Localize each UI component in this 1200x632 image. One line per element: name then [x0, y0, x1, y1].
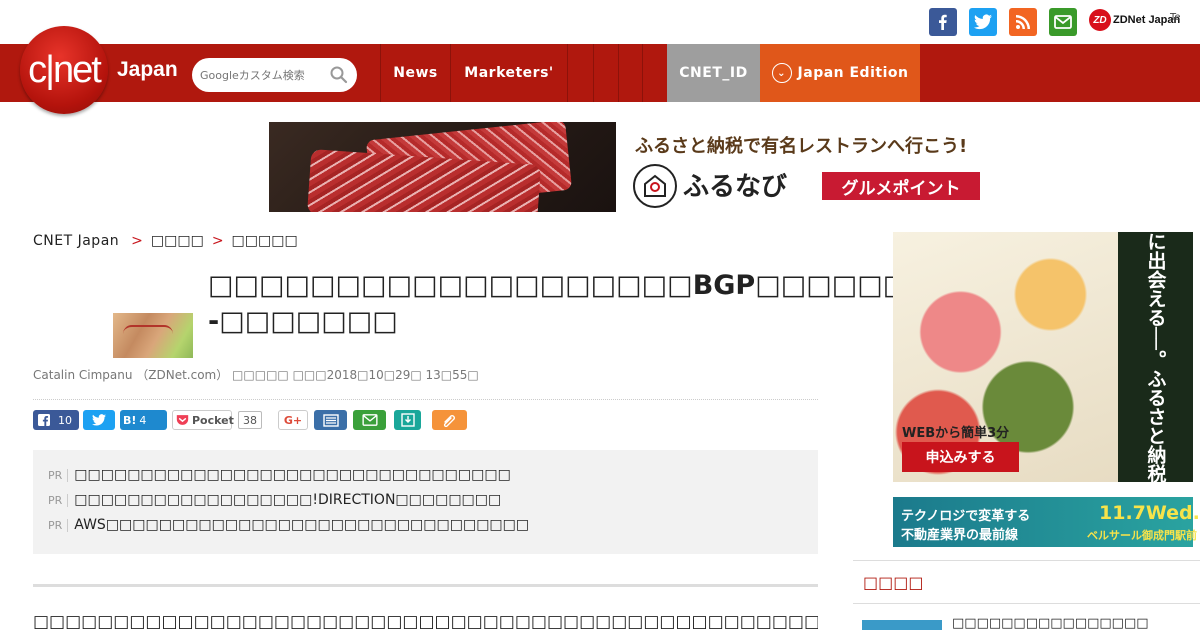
ad-meat-image [269, 122, 616, 212]
pr-item[interactable]: PR □□□□□□□□□□□□□□□□□□!DIRECTION□□□□□□□□ [48, 492, 501, 508]
nav-item-empty-3[interactable] [618, 44, 642, 102]
event-ad-line2: 不動産業界の最前線 [901, 528, 1019, 543]
sidebar-section: □□□□ [853, 560, 1200, 604]
twitter-share-button[interactable] [83, 410, 115, 430]
facebook-icon [38, 414, 50, 426]
pr-tag: PR [48, 518, 69, 532]
chevron-down-icon: ⌄ [771, 63, 792, 83]
nav-edition-selector[interactable]: ⌄ Japan Edition [760, 44, 920, 102]
zdnet-logo[interactable]: ZD ZDNet Japan [1089, 9, 1180, 31]
pocket-count: 38 [238, 411, 262, 429]
pocket-label: Pocket [192, 413, 234, 427]
clip-button[interactable] [432, 410, 467, 430]
breadcrumb-item[interactable]: □□□□□ [232, 233, 298, 249]
pr-tag: PR [48, 493, 69, 507]
search-icon[interactable] [329, 65, 349, 85]
cnet-logo-text: c|net [28, 48, 102, 91]
pr-item[interactable]: PR AWS□□□□□□□□□□□□□□□□□□□□□□□□□□□□□□□□ [48, 517, 529, 533]
print-icon [322, 413, 339, 427]
search-box [192, 58, 357, 92]
pr-item-text: AWS□□□□□□□□□□□□□□□□□□□□□□□□□□□□□□□□ [74, 517, 530, 533]
pr-item-text: □□□□□□□□□□□□□□□□□□□□□□□□□□□□□□□□□ [74, 467, 511, 483]
download-icon [400, 413, 415, 427]
google-plus-icon: G+ [283, 413, 303, 427]
edition-label: Japan Edition [797, 65, 909, 81]
article-body-text: □□□□□□□□□□□□□□□□□□□□□□□□□□□□□□□□□□□□□□□□… [33, 612, 818, 632]
pocket-count-box: 38 [236, 410, 266, 430]
google-plus-button[interactable]: G+ [278, 410, 308, 430]
rss-icon[interactable] [1009, 8, 1037, 36]
pocket-button[interactable]: Pocket [172, 410, 234, 430]
facebook-share-button[interactable]: 10 [33, 410, 79, 430]
nav-item-marketers[interactable]: Marketers' [450, 44, 567, 102]
nav-cnet-id[interactable]: CNET_ID [667, 44, 760, 102]
article-byline: Catalin Cimpanu （ZDNet.com） □□□□□ □□□201… [33, 368, 479, 382]
breadcrumb-separator-icon: > [131, 233, 143, 249]
sidebar-section-title: □□□□ [863, 573, 924, 592]
article-thumbnail [113, 313, 193, 358]
twitter-icon[interactable] [969, 8, 997, 36]
sidebar-item-thumbnail[interactable] [862, 620, 942, 630]
breadcrumb-home[interactable]: CNET Japan [33, 233, 119, 249]
article-title: □□□□□□□□□□□□□□□□□□□BGP□□□□□□□□□□--□□□□□□… [208, 270, 1022, 337]
top-social-strip: ZD ZDNet Japan Te [0, 0, 1200, 44]
sidebar-item-text[interactable]: □□□□□□□□□□□□□□□□ [952, 616, 1149, 631]
pr-tag: PR [48, 468, 69, 482]
divider [33, 399, 818, 400]
ad-brand: ふるなび [683, 172, 788, 202]
zdnet-badge: ZD [1089, 9, 1111, 31]
event-ad-line1: テクノロジで変革する [901, 509, 1031, 524]
ad-apply-button[interactable]: 申込みする [902, 442, 1019, 472]
furunavi-logo-icon [633, 164, 677, 208]
top-banner-ad[interactable]: ふるさと納税で有名レストランへ行こう! ふるなび グルメポイント [269, 122, 981, 212]
cnet-logo[interactable]: c|net [20, 26, 108, 114]
hatena-icon: B! [123, 413, 137, 427]
facebook-share-count: 10 [58, 413, 72, 427]
nav-item-empty-2[interactable] [593, 44, 618, 102]
breadcrumb-separator-icon: > [211, 233, 224, 249]
pr-item[interactable]: PR □□□□□□□□□□□□□□□□□□□□□□□□□□□□□□□□□ [48, 467, 511, 483]
nav-item-empty-4[interactable] [642, 44, 667, 102]
divider [33, 584, 818, 587]
save-button[interactable] [394, 410, 421, 430]
ad-vertical-text: 全国の特産品に出会える──。ふるさと納税をはじめよう [1118, 232, 1193, 482]
nav-item-news[interactable]: News [380, 44, 450, 102]
print-button[interactable] [314, 410, 347, 430]
mail-icon[interactable] [1049, 8, 1077, 36]
ad-web-text: WEBから簡単3分 [902, 426, 1010, 441]
breadcrumb-item[interactable]: □□□□ [151, 233, 204, 249]
breadcrumb: CNET Japan > □□□□ > □□□□□ [33, 233, 298, 249]
nav-item-empty-1[interactable] [567, 44, 593, 102]
email-share-button[interactable] [353, 410, 386, 430]
side-banner-ad[interactable]: 全国の特産品に出会える──。ふるさと納税をはじめよう WEBから簡単3分 申込み… [893, 232, 1193, 482]
twitter-icon [92, 414, 106, 426]
paperclip-icon [443, 415, 455, 427]
ad-tag: グルメポイント [822, 172, 980, 200]
pr-box: PR □□□□□□□□□□□□□□□□□□□□□□□□□□□□□□□□□ PR … [33, 450, 818, 554]
event-ad-date: 11.7Wed. [1099, 502, 1200, 524]
logo-region-label: Japan [117, 58, 178, 81]
side-event-ad[interactable]: テクノロジで変革する 不動産業界の最前線 11.7Wed. ベルサール御成門駅前 [893, 497, 1200, 547]
pr-item-text: □□□□□□□□□□□□□□□□□□!DIRECTION□□□□□□□□ [74, 492, 502, 508]
hatena-count: 4 [139, 413, 147, 427]
facebook-icon[interactable] [929, 8, 957, 36]
ad-headline: ふるさと納税で有名レストランへ行こう! [635, 136, 968, 157]
mail-icon [361, 414, 378, 426]
pocket-icon [176, 414, 189, 426]
hatena-bookmark-button[interactable]: B! 4 [120, 410, 167, 430]
event-ad-place: ベルサール御成門駅前 [1087, 529, 1197, 542]
search-input[interactable] [198, 67, 326, 83]
te-logo[interactable]: Te [1170, 12, 1181, 23]
